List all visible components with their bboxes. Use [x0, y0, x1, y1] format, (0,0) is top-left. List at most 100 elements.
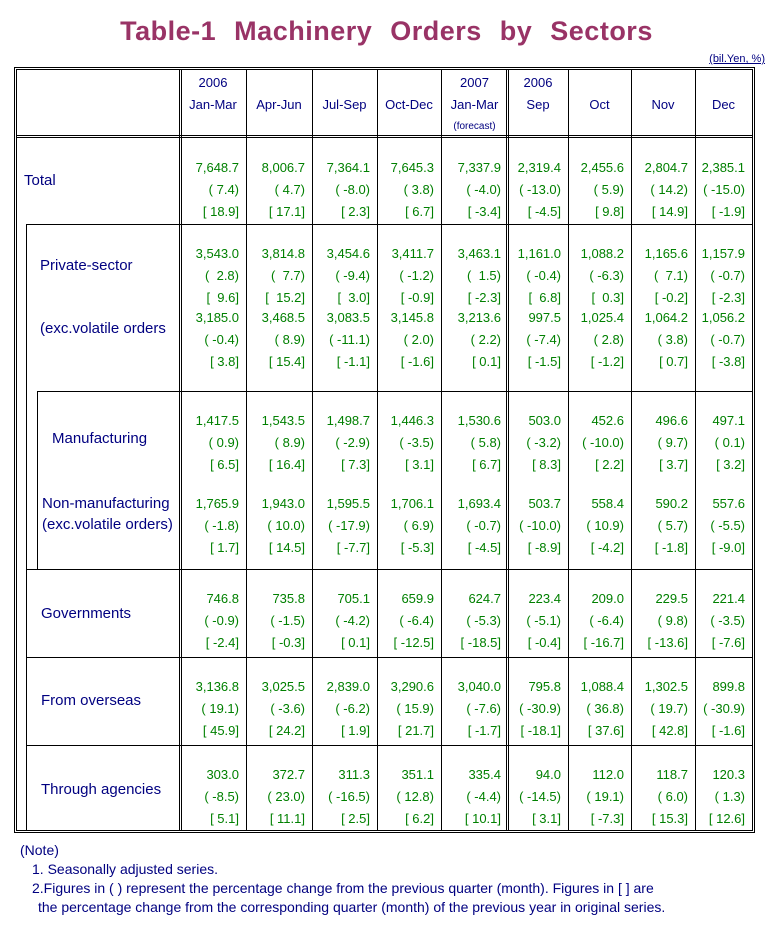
cell-qoq-change: ( 10.9): [586, 518, 624, 533]
cell-yoy-change: [ 15.2]: [265, 290, 305, 305]
cell-yoy-change: [ 0.7]: [659, 354, 688, 369]
cell-value: 624.7: [468, 591, 501, 606]
column-header: 2006 Sep: [508, 72, 568, 138]
cell-yoy-change: [ 15.3]: [651, 811, 688, 826]
unit-label: (bil.Yen, %): [709, 53, 765, 65]
cell-yoy-change: [ 24.2]: [268, 723, 305, 738]
cell-value: 1,706.1: [390, 496, 434, 511]
cell-qoq-change: ( 5.9): [593, 182, 624, 197]
table-cell: 7,648.7 ( 7.4) [ 18.9]: [180, 157, 239, 223]
row-label-text: Manufacturing: [52, 430, 148, 447]
table-cell: 624.7 ( -5.3) [ -18.5]: [441, 588, 501, 654]
column-header-line2: Oct: [589, 97, 610, 112]
table-cell: 303.0 ( -8.5) [ 5.1]: [180, 764, 239, 830]
cell-value: 496.6: [655, 413, 688, 428]
cell-value: 2,319.4: [517, 160, 561, 175]
cell-value: 1,943.0: [261, 496, 305, 511]
cell-qoq-change: ( -9.4): [335, 268, 370, 283]
cell-value: 1,530.6: [457, 413, 501, 428]
cell-value: 503.7: [528, 496, 561, 511]
cell-qoq-change: ( -3.6): [270, 701, 305, 716]
table-cell: 1,161.0 ( -0.4) [ 6.8]: [508, 243, 561, 309]
row-label: Governments: [41, 605, 131, 622]
cell-yoy-change: [ 1.7]: [210, 540, 239, 555]
cell-yoy-change: [ -1.8]: [654, 540, 688, 555]
manufacturing-group-border: [37, 391, 38, 569]
cell-qoq-change: ( 15.9): [396, 701, 434, 716]
cell-qoq-change: ( -1.2): [399, 268, 434, 283]
column-header-line2: Oct-Dec: [385, 97, 433, 112]
table-cell: 558.4 ( 10.9) [ -4.2]: [568, 493, 624, 559]
cell-value: 997.5: [528, 310, 561, 325]
cell-value: 1,765.9: [195, 496, 239, 511]
table-cell: 3,145.8 ( 2.0) [ -1.6]: [377, 307, 434, 373]
cell-yoy-change: [ -18.1]: [520, 723, 561, 738]
cell-qoq-change: ( 19.7): [650, 701, 688, 716]
row-label-text: Non-manufacturing: [42, 495, 170, 512]
cell-qoq-change: ( 1.3): [714, 789, 745, 804]
cell-yoy-change: [ -8.9]: [527, 540, 561, 555]
cell-yoy-change: [ 0.1]: [341, 635, 370, 650]
cell-yoy-change: [ -0.2]: [654, 290, 688, 305]
cell-qoq-change: ( -10.0): [519, 518, 561, 533]
table-bottom: [17, 830, 752, 831]
cell-qoq-change: ( 19.1): [201, 701, 239, 716]
table-cell: 209.0 ( -6.4) [ -16.7]: [568, 588, 624, 654]
column-header: Dec: [695, 72, 752, 138]
table-cell: 3,463.1 ( 1.5) [ -2.3]: [441, 243, 501, 309]
cell-yoy-change: [ 1.9]: [341, 723, 370, 738]
cell-value: 7,337.9: [457, 160, 501, 175]
table-cell: 3,083.5 ( -11.1) [ -1.1]: [312, 307, 370, 373]
cell-yoy-change: [ 45.9]: [202, 723, 239, 738]
cell-qoq-change: ( -8.5): [204, 789, 239, 804]
cell-qoq-change: ( 8.9): [274, 332, 305, 347]
cell-value: 590.2: [655, 496, 688, 511]
cell-yoy-change: [ 3.0]: [337, 290, 370, 305]
cell-qoq-change: ( -6.4): [399, 613, 434, 628]
cell-qoq-change: ( -3.5): [399, 435, 434, 450]
cell-value: 1,446.3: [390, 413, 434, 428]
cell-yoy-change: [ -1.1]: [336, 354, 370, 369]
cell-yoy-change: [ 12.6]: [708, 811, 745, 826]
row-divider: [26, 569, 752, 570]
cell-qoq-change: ( 2.8): [593, 332, 624, 347]
column-header: Oct: [568, 72, 631, 138]
cell-qoq-change: ( 7.4): [208, 182, 239, 197]
cell-yoy-change: [ -16.7]: [583, 635, 624, 650]
cell-value: 1,417.5: [195, 413, 239, 428]
cell-yoy-change: [ -3.8]: [711, 354, 745, 369]
cell-yoy-change: [ -0.3]: [271, 635, 305, 650]
table-cell: 746.8 ( -0.9) [ -2.4]: [180, 588, 239, 654]
cell-qoq-change: ( -6.2): [335, 701, 370, 716]
cell-qoq-change: ( 9.8): [657, 613, 688, 628]
column-header-line1: [246, 72, 312, 94]
cell-qoq-change: ( -4.4): [466, 789, 501, 804]
cell-value: 1,161.0: [517, 246, 561, 261]
cell-yoy-change: [ -0.4]: [527, 635, 561, 650]
cell-yoy-change: [ 6.5]: [210, 457, 239, 472]
cell-value: 899.8: [712, 679, 745, 694]
cell-qoq-change: ( -1.8): [204, 518, 239, 533]
cell-value: 3,463.1: [457, 246, 501, 261]
cell-yoy-change: [ 16.4]: [268, 457, 305, 472]
column-header-line2: Jan-Mar: [450, 97, 499, 112]
cell-yoy-change: [ -18.5]: [460, 635, 501, 650]
cell-yoy-change: [ 6.8]: [528, 290, 561, 305]
cell-yoy-change: [ 2.5]: [341, 811, 370, 826]
table-cell: 1,165.6 ( 7.1) [ -0.2]: [631, 243, 688, 309]
cell-qoq-change: ( -15.0): [703, 182, 745, 197]
cell-qoq-change: ( 0.1): [714, 435, 745, 450]
cell-yoy-change: [ 14.9]: [651, 204, 688, 219]
table-cell: 2,319.4 ( -13.0) [ -4.5]: [508, 157, 561, 223]
cell-qoq-change: ( -7.4): [526, 332, 561, 347]
row-label: Non-manufacturing (exc.volatile orders): [42, 495, 173, 533]
cell-yoy-change: [ 0.1]: [472, 354, 501, 369]
column-header: 2006 Jan-Mar: [180, 72, 246, 138]
table-cell: 1,943.0 ( 10.0) [ 14.5]: [246, 493, 305, 559]
cell-qoq-change: ( -14.5): [519, 789, 561, 804]
table-cell: 3,814.8 ( 7.7) [ 15.2]: [246, 243, 305, 309]
cell-yoy-change: [ -7.3]: [590, 811, 624, 826]
table-cell: 1,706.1 ( 6.9) [ -5.3]: [377, 493, 434, 559]
table-cell: 351.1 ( 12.8) [ 6.2]: [377, 764, 434, 830]
cell-yoy-change: [ -12.5]: [393, 635, 434, 650]
